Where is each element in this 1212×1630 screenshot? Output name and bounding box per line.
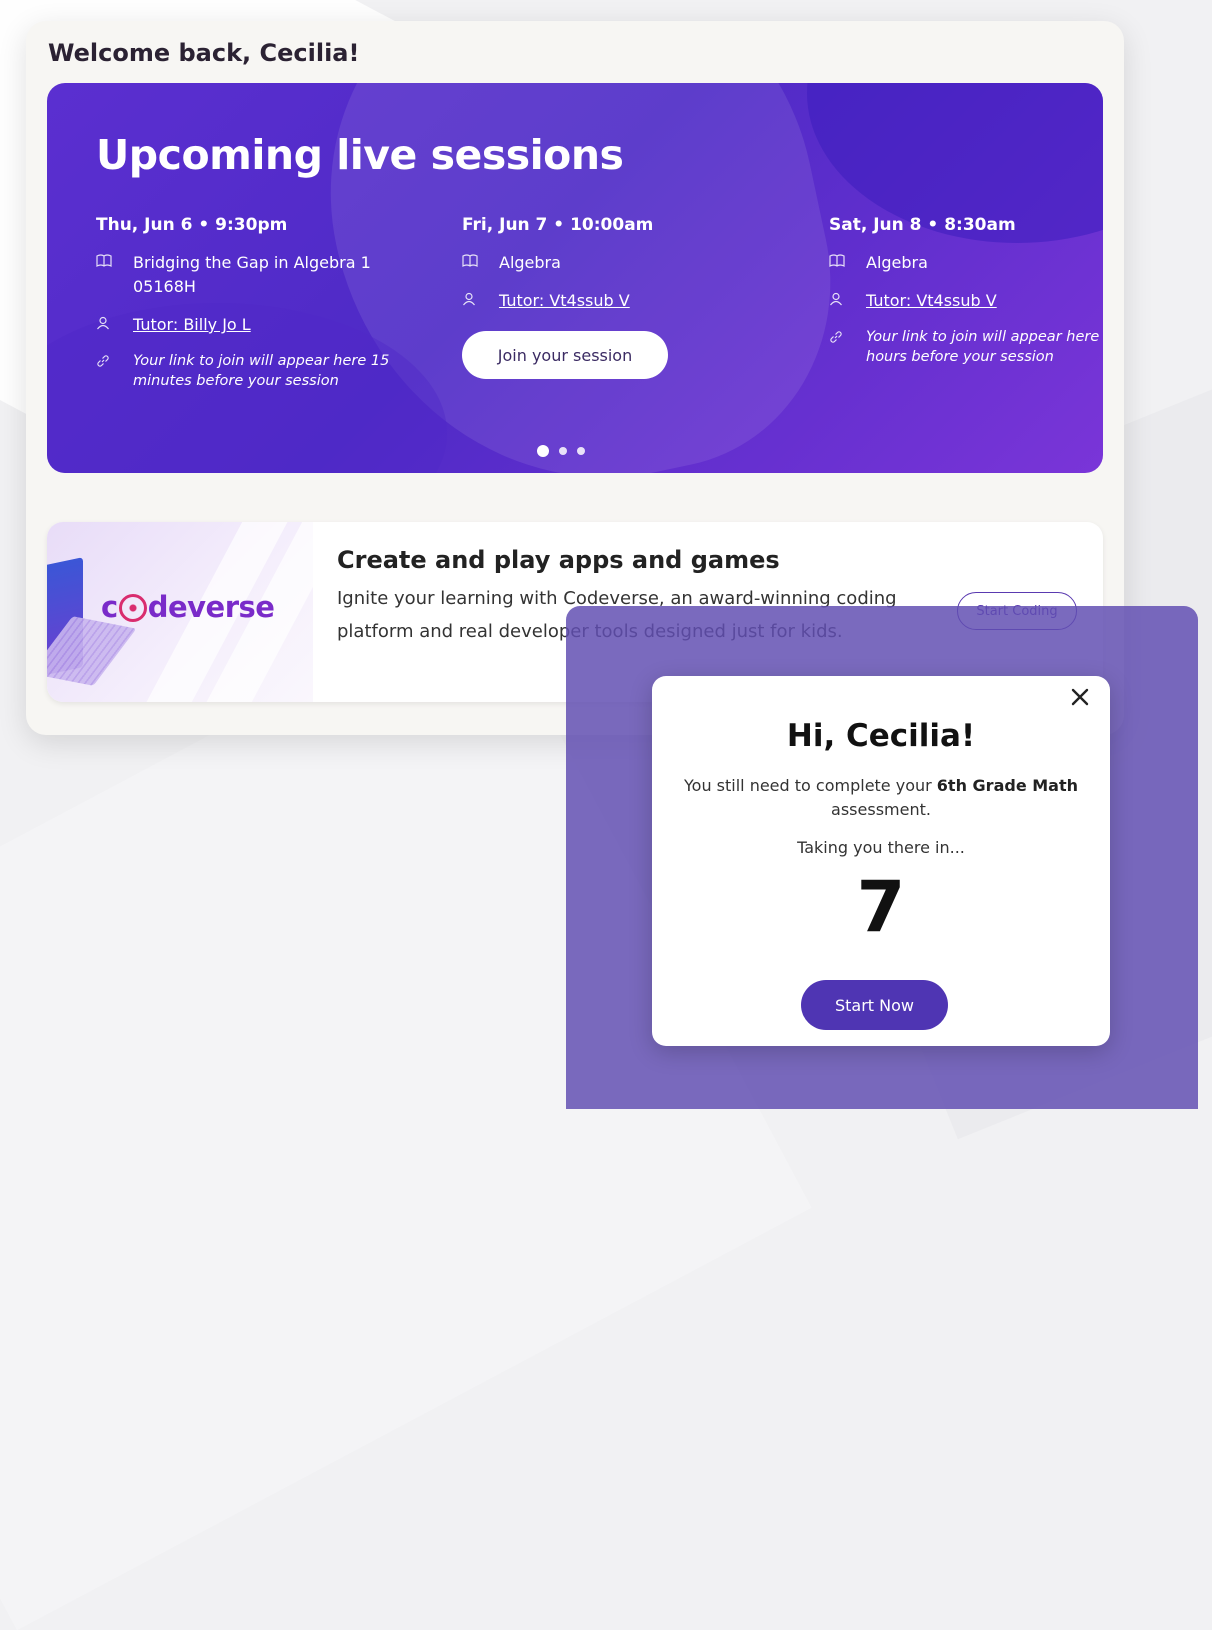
person-icon bbox=[96, 313, 133, 330]
codeverse-logo: c deverse bbox=[101, 590, 275, 624]
session-tutor-row: Tutor: Billy Jo L bbox=[96, 313, 416, 337]
person-icon bbox=[462, 289, 499, 306]
session-note-row: Your link to join will appear here 15 mi… bbox=[96, 351, 416, 391]
session-date: Thu, Jun 6 • 9:30pm bbox=[96, 215, 288, 235]
redirect-label: Taking you there in... bbox=[797, 838, 965, 857]
session-note: Your link to join will appear here hours… bbox=[866, 329, 1100, 365]
sessions-title: Upcoming live sessions bbox=[96, 131, 624, 179]
swirl-icon bbox=[118, 594, 147, 622]
upcoming-sessions-card: Upcoming live sessions Thu, Jun 6 • 9:30… bbox=[47, 83, 1103, 473]
tutor-link[interactable]: Tutor: Vt4ssub V bbox=[499, 289, 630, 313]
book-icon bbox=[96, 251, 133, 268]
join-session-button[interactable]: Join your session bbox=[462, 331, 668, 379]
book-icon bbox=[462, 251, 499, 268]
person-icon bbox=[829, 289, 866, 306]
tutor-link[interactable]: Tutor: Billy Jo L bbox=[133, 313, 251, 337]
session-note-row: Your link to join will appear here hours… bbox=[829, 327, 1103, 367]
session-course: Algebra bbox=[866, 253, 928, 272]
session-course-row: Algebra bbox=[462, 251, 782, 275]
countdown-number: 7 bbox=[856, 866, 906, 948]
session-date: Sat, Jun 8 • 8:30am bbox=[829, 215, 1016, 235]
start-now-button[interactable]: Start Now bbox=[801, 980, 948, 1030]
session-card: Fri, Jun 7 • 10:00am Algebra Tutor: Vt4s… bbox=[462, 215, 782, 379]
assessment-modal: Hi, Cecilia! You still need to complete … bbox=[652, 676, 1110, 1046]
session-card: Sat, Jun 8 • 8:30am Algebra Tutor: Vt4ss… bbox=[829, 215, 1103, 381]
modal-title: Hi, Cecilia! bbox=[786, 718, 976, 754]
tutor-link[interactable]: Tutor: Vt4ssub V bbox=[866, 289, 997, 313]
session-card: Thu, Jun 6 • 9:30pm Bridging the Gap in … bbox=[96, 215, 416, 405]
carousel-dot[interactable] bbox=[537, 445, 549, 457]
book-icon bbox=[829, 251, 866, 268]
close-icon[interactable] bbox=[1066, 684, 1094, 712]
session-course-row: Algebra bbox=[829, 251, 1103, 275]
session-tutor-row: Tutor: Vt4ssub V bbox=[462, 289, 782, 313]
session-course: Algebra bbox=[499, 253, 561, 272]
session-note: Your link to join will appear here 15 mi… bbox=[133, 353, 390, 389]
carousel-dot[interactable] bbox=[577, 447, 585, 455]
carousel-dot[interactable] bbox=[559, 447, 567, 455]
session-course: Bridging the Gap in Algebra 1 05168H bbox=[133, 253, 371, 296]
promo-illustration: c deverse bbox=[47, 522, 356, 702]
modal-message-text: assessment. bbox=[831, 800, 931, 819]
link-icon bbox=[96, 351, 133, 368]
modal-message-text: You still need to complete your bbox=[684, 776, 937, 795]
session-course-row: Bridging the Gap in Algebra 1 05168H bbox=[96, 251, 416, 299]
link-icon bbox=[829, 327, 866, 344]
session-tutor-row: Tutor: Vt4ssub V bbox=[829, 289, 1103, 313]
assessment-name: 6th Grade Math bbox=[936, 776, 1078, 795]
modal-message: You still need to complete your 6th Grad… bbox=[682, 774, 1080, 822]
session-date: Fri, Jun 7 • 10:00am bbox=[462, 215, 654, 235]
welcome-heading: Welcome back, Cecilia! bbox=[48, 39, 360, 67]
promo-title: Create and play apps and games bbox=[337, 546, 780, 574]
carousel-pagination bbox=[537, 445, 585, 457]
